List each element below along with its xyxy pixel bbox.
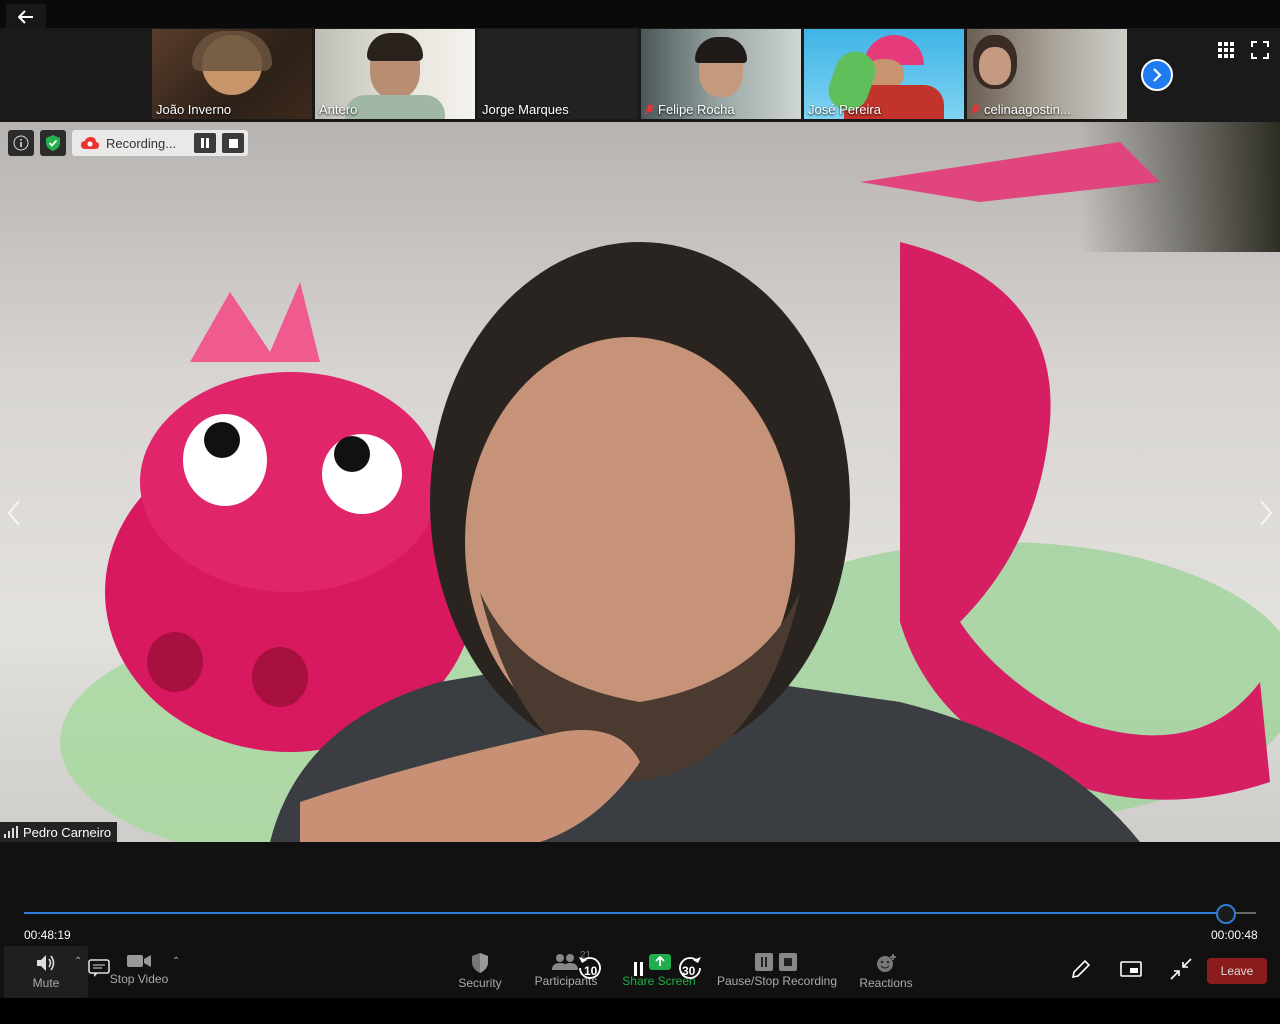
pause-stop-recording-button[interactable]: Pause/Stop Recording [716, 946, 838, 998]
encryption-button[interactable] [40, 130, 66, 156]
smiley-icon [877, 954, 896, 972]
progress-track[interactable] [24, 912, 1227, 914]
elapsed-time: 00:48:19 [24, 928, 71, 942]
video-frame [60, 142, 1280, 842]
participant-tile[interactable]: celinaagostin... [967, 29, 1127, 119]
cloud-record-icon [81, 137, 99, 149]
back-button[interactable] [6, 4, 46, 30]
reactions-button[interactable]: Reactions [856, 946, 916, 998]
video-options-chevron-icon[interactable]: ⌃ [172, 956, 180, 967]
rewind-button[interactable]: 10 [576, 954, 604, 980]
participant-name: Jorge Marques [482, 102, 569, 117]
participant-tile[interactable]: Jorge Marques [478, 29, 638, 119]
participant-tile[interactable]: Antero [315, 29, 475, 119]
bottom-bar [0, 998, 1280, 1024]
next-video-arrow-icon[interactable] [1255, 498, 1275, 528]
participant-name: João Inverno [156, 102, 232, 117]
stop-recording-button[interactable] [222, 133, 244, 153]
top-bar [0, 0, 1280, 30]
leave-button[interactable]: Leave [1207, 958, 1267, 984]
pause-recording-button[interactable] [194, 133, 216, 153]
participant-tile[interactable]: Felipe Rocha [641, 29, 801, 119]
pencil-icon[interactable] [1070, 958, 1092, 980]
participant-strip: João Inverno Antero Jorge Marques Felipe… [0, 28, 1280, 122]
pause-stop-recording-icon [755, 953, 797, 971]
previous-video-arrow-icon[interactable] [5, 498, 25, 528]
stop-video-button[interactable]: Stop Video [104, 946, 174, 998]
info-icon [13, 135, 29, 151]
stop-icon [228, 138, 238, 148]
participant-name: Antero [319, 102, 358, 117]
forward-button[interactable]: 30 [676, 954, 704, 980]
pause-stop-recording-label: Pause/Stop Recording [716, 974, 838, 988]
audio-options-chevron-icon[interactable]: ⌃ [74, 956, 82, 967]
meeting-info-button[interactable] [8, 130, 34, 156]
participant-name: Felipe Rocha [645, 102, 735, 117]
pause-playback-icon[interactable] [634, 962, 644, 976]
speaker-name-tag: Pedro Carneiro [0, 822, 118, 842]
mic-muted-icon [645, 103, 654, 115]
participant-tile[interactable]: João Inverno [152, 29, 312, 119]
security-button[interactable]: Security [450, 946, 510, 998]
next-page-button[interactable] [1141, 59, 1173, 91]
speaker-name: Pedro Carneiro [23, 824, 112, 840]
participant-name: celinaagostin... [971, 102, 1071, 117]
fullscreen-icon[interactable] [1250, 40, 1270, 60]
signal-strength-icon [4, 826, 18, 838]
arrow-left-icon [18, 10, 33, 24]
stop-video-label: Stop Video [109, 972, 169, 986]
picture-in-picture-icon[interactable] [1120, 960, 1142, 978]
speaker-volume-icon [37, 955, 55, 971]
remaining-time: 00:00:48 [1211, 928, 1258, 942]
gallery-view-icon[interactable] [1216, 40, 1236, 60]
mic-muted-icon [971, 103, 980, 115]
progress-scrubber[interactable] [1216, 904, 1237, 924]
meeting-toolbar: Mute ⌃ Stop Video ⌃ Security Participant… [0, 946, 1280, 998]
shield-check-icon [46, 135, 60, 151]
share-screen-icon [649, 954, 671, 970]
shield-icon [472, 953, 488, 973]
exit-fullscreen-icon[interactable] [1170, 958, 1192, 980]
active-speaker-video: Recording... Pedro Carneiro [0, 122, 1280, 842]
participant-tile[interactable]: José Pereira [804, 29, 964, 119]
pause-icon [201, 138, 209, 148]
reactions-label: Reactions [859, 976, 913, 990]
recording-label: Recording... [106, 135, 177, 151]
mute-button[interactable]: Mute [4, 946, 88, 998]
security-label: Security [458, 976, 502, 990]
participant-name: José Pereira [808, 102, 881, 117]
rewind-seconds: 10 [584, 964, 598, 978]
video-camera-icon [127, 955, 151, 967]
mute-label: Mute [32, 976, 60, 990]
recording-indicator: Recording... [72, 130, 248, 156]
chevron-right-icon [1153, 68, 1162, 82]
forward-seconds: 30 [682, 964, 696, 978]
